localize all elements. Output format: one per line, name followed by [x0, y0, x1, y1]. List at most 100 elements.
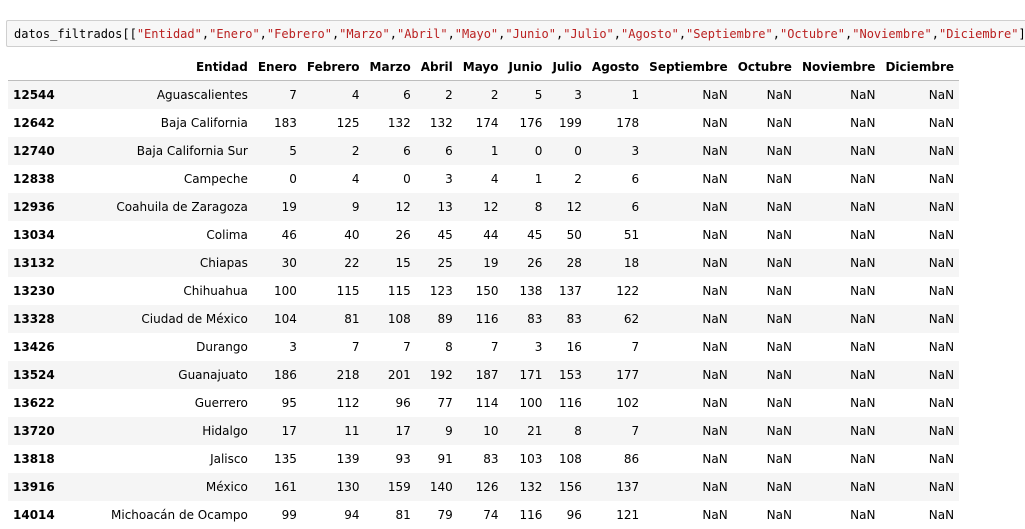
value-cell: NaN — [733, 445, 797, 473]
value-cell: 161 — [253, 473, 302, 501]
value-cell: 0 — [253, 165, 302, 193]
value-cell: 11 — [302, 417, 365, 445]
value-cell: NaN — [733, 389, 797, 417]
value-cell: 159 — [365, 473, 416, 501]
entity-cell: Ciudad de México — [106, 305, 253, 333]
value-cell: NaN — [797, 501, 881, 529]
value-cell: 178 — [587, 109, 644, 137]
value-cell: NaN — [797, 417, 881, 445]
value-cell: NaN — [880, 277, 959, 305]
value-cell: 12 — [547, 193, 586, 221]
value-cell: 125 — [302, 109, 365, 137]
code-string-literal: "Entidad" — [137, 27, 202, 41]
value-cell: NaN — [797, 193, 881, 221]
value-cell: NaN — [644, 165, 733, 193]
code-separator: , — [773, 27, 780, 41]
value-cell: 199 — [547, 109, 586, 137]
value-cell: 6 — [365, 81, 416, 110]
value-cell: 51 — [587, 221, 644, 249]
code-string-literal: "Diciembre" — [939, 27, 1018, 41]
value-cell: 8 — [504, 193, 548, 221]
column-header: Noviembre — [797, 54, 881, 81]
code-input-cell[interactable]: datos_filtrados[["Entidad","Enero","Febr… — [6, 20, 1025, 47]
value-cell: 2 — [458, 81, 504, 110]
value-cell: 135 — [253, 445, 302, 473]
value-cell: 12 — [365, 193, 416, 221]
row-index: 13622 — [8, 389, 106, 417]
value-cell: NaN — [880, 193, 959, 221]
code-string-literal: "Enero" — [209, 27, 260, 41]
entity-cell: Hidalgo — [106, 417, 253, 445]
index-header — [8, 54, 106, 81]
value-cell: 100 — [253, 277, 302, 305]
value-cell: 7 — [458, 333, 504, 361]
value-cell: NaN — [644, 221, 733, 249]
value-cell: NaN — [644, 81, 733, 110]
value-cell: 176 — [504, 109, 548, 137]
value-cell: 6 — [587, 193, 644, 221]
value-cell: 150 — [458, 277, 504, 305]
value-cell: 103 — [504, 445, 548, 473]
table-row: 13426Durango377873167NaNNaNNaNNaN — [8, 333, 959, 361]
code-string-literal: "Abril" — [397, 27, 448, 41]
value-cell: 7 — [587, 333, 644, 361]
value-cell: 1 — [504, 165, 548, 193]
row-index: 13426 — [8, 333, 106, 361]
column-header: Octubre — [733, 54, 797, 81]
value-cell: 93 — [365, 445, 416, 473]
value-cell: 183 — [253, 109, 302, 137]
value-cell: NaN — [797, 81, 881, 110]
value-cell: 26 — [365, 221, 416, 249]
value-cell: 7 — [302, 333, 365, 361]
value-cell: 44 — [458, 221, 504, 249]
value-cell: 16 — [547, 333, 586, 361]
row-index: 12740 — [8, 137, 106, 165]
value-cell: NaN — [797, 277, 881, 305]
code-string-literal: "Agosto" — [621, 27, 679, 41]
value-cell: 3 — [504, 333, 548, 361]
value-cell: NaN — [797, 109, 881, 137]
value-cell: NaN — [880, 81, 959, 110]
table-row: 12740Baja California Sur52661003NaNNaNNa… — [8, 137, 959, 165]
value-cell: 115 — [365, 277, 416, 305]
entity-cell: Michoacán de Ocampo — [106, 501, 253, 529]
entity-cell: México — [106, 473, 253, 501]
value-cell: 40 — [302, 221, 365, 249]
value-cell: 74 — [458, 501, 504, 529]
entity-cell: Guerrero — [106, 389, 253, 417]
value-cell: NaN — [733, 277, 797, 305]
value-cell: NaN — [880, 473, 959, 501]
value-cell: 96 — [365, 389, 416, 417]
row-index: 12544 — [8, 81, 106, 110]
value-cell: 8 — [416, 333, 458, 361]
row-index: 13230 — [8, 277, 106, 305]
value-cell: NaN — [797, 333, 881, 361]
value-cell: NaN — [880, 445, 959, 473]
value-cell: 81 — [302, 305, 365, 333]
table-row: 12642Baja California18312513213217417619… — [8, 109, 959, 137]
output-area: EntidadEneroFebreroMarzoAbrilMayoJunioJu… — [8, 54, 959, 529]
row-index: 12838 — [8, 165, 106, 193]
code-separator: , — [260, 27, 267, 41]
value-cell: 30 — [253, 249, 302, 277]
value-cell: 130 — [302, 473, 365, 501]
column-header: Marzo — [365, 54, 416, 81]
value-cell: NaN — [733, 305, 797, 333]
value-cell: 9 — [302, 193, 365, 221]
value-cell: NaN — [797, 249, 881, 277]
code-separator: , — [448, 27, 455, 41]
row-index: 12642 — [8, 109, 106, 137]
table-header: EntidadEneroFebreroMarzoAbrilMayoJunioJu… — [8, 54, 959, 81]
value-cell: 2 — [416, 81, 458, 110]
value-cell: NaN — [733, 249, 797, 277]
row-index: 13916 — [8, 473, 106, 501]
value-cell: 132 — [416, 109, 458, 137]
column-header: Enero — [253, 54, 302, 81]
code-separator: , — [202, 27, 209, 41]
value-cell: NaN — [797, 137, 881, 165]
table-row: 13230Chihuahua100115115123150138137122Na… — [8, 277, 959, 305]
value-cell: 102 — [587, 389, 644, 417]
value-cell: 1 — [458, 137, 504, 165]
value-cell: NaN — [733, 81, 797, 110]
value-cell: 21 — [504, 417, 548, 445]
